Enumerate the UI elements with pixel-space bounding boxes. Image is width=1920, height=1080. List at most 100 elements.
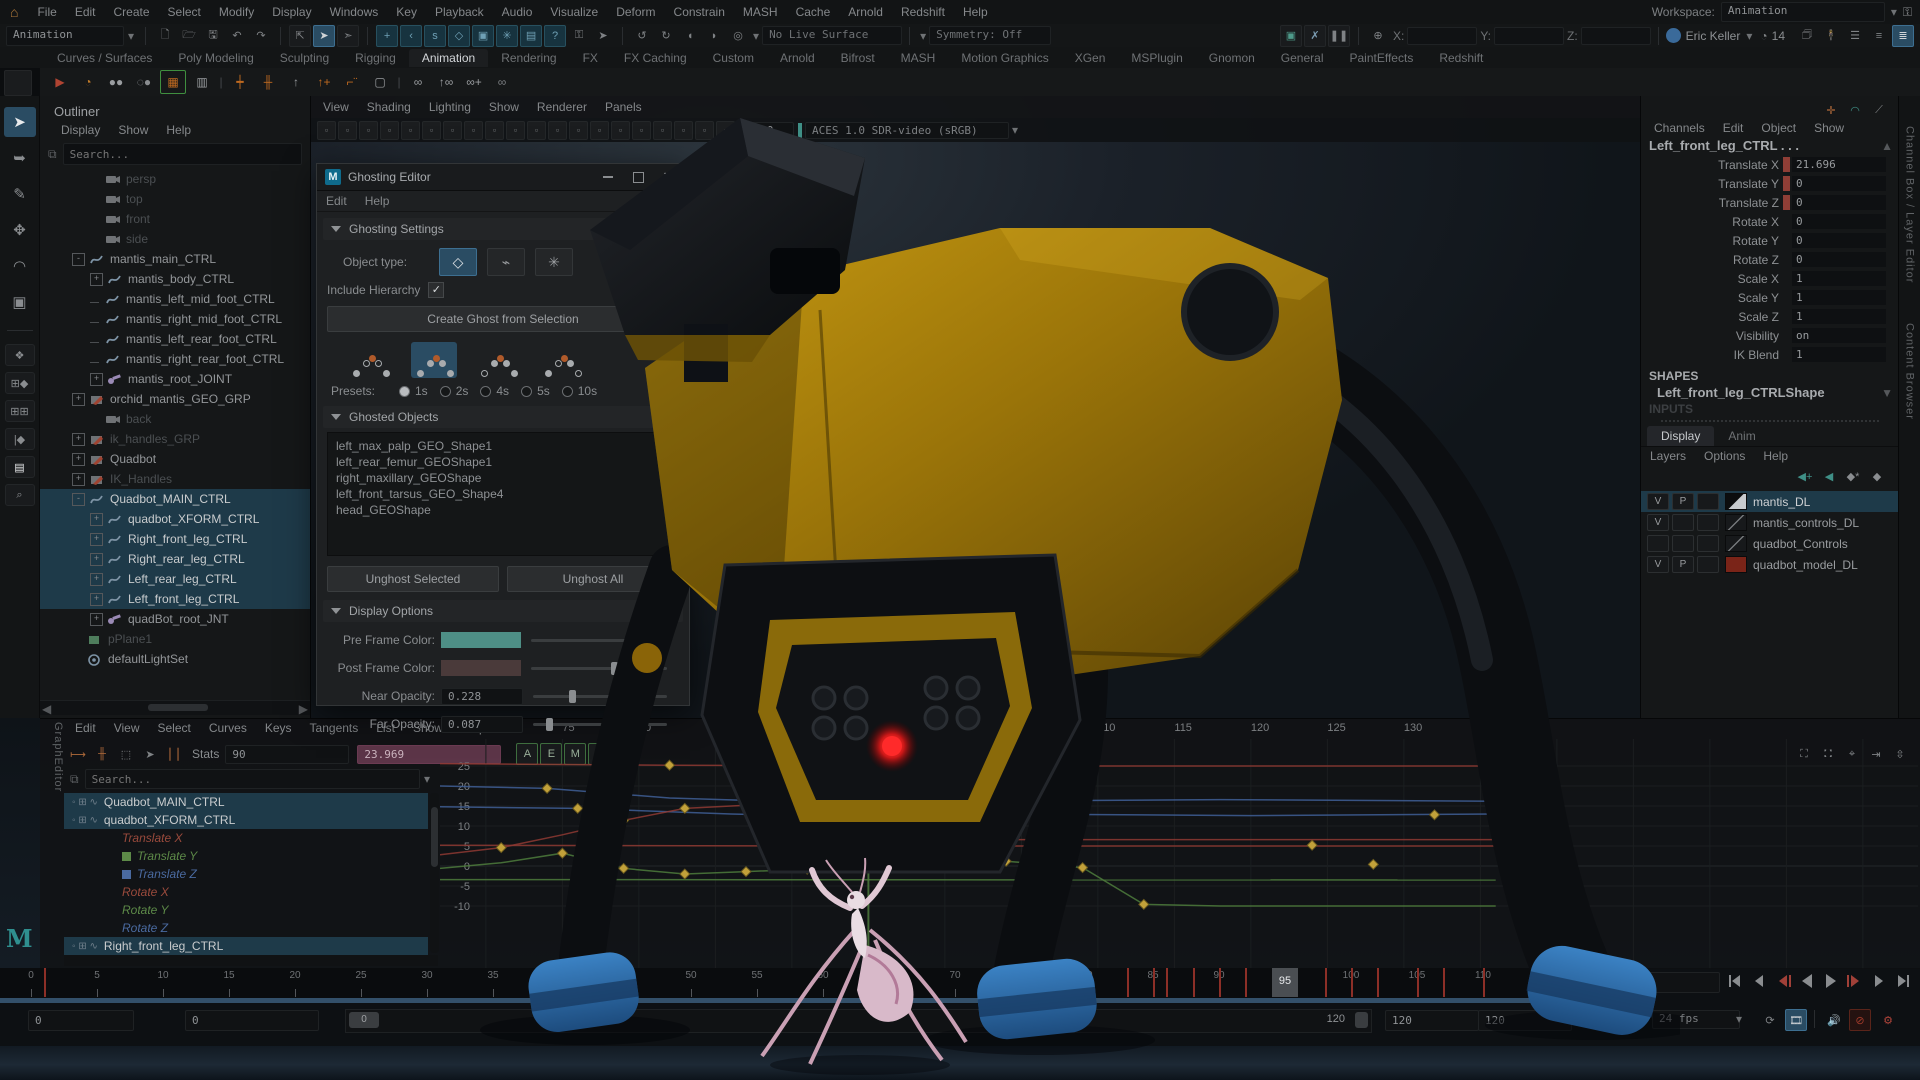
- layer-color-swatch[interactable]: [1725, 514, 1747, 531]
- workspace-dropdown-icon[interactable]: ▾: [1891, 5, 1897, 19]
- layer-display-toggle[interactable]: [1697, 556, 1719, 573]
- expand-toggle-icon[interactable]: +: [90, 573, 103, 586]
- step-back-frame-button[interactable]: [1747, 970, 1770, 992]
- isolate-select-icon[interactable]: ▫: [611, 121, 630, 140]
- outliner-item-right_front_leg_ctrl[interactable]: +Right_front_leg_CTRL: [40, 529, 310, 549]
- exposure-field[interactable]: [740, 122, 794, 139]
- channelbox-menu-edit[interactable]: Edit: [1714, 121, 1753, 135]
- workspace-select[interactable]: Animation: [1721, 2, 1885, 22]
- menu-key[interactable]: Key: [387, 5, 426, 19]
- shelf-tool-icon-7[interactable]: ┿: [228, 71, 252, 93]
- channel-manip-icon[interactable]: ✛: [1820, 99, 1842, 121]
- menu-edit[interactable]: Edit: [66, 5, 105, 19]
- channel-object-name[interactable]: Left_front_leg_CTRL . . .: [1649, 138, 1799, 153]
- select-tool[interactable]: ➤: [4, 107, 36, 137]
- y-coordinate-input[interactable]: [1494, 27, 1564, 45]
- menu-set-select[interactable]: Animation: [6, 26, 124, 46]
- shape-node-name[interactable]: Left_front_leg_CTRLShape: [1657, 385, 1825, 400]
- layer-color-swatch[interactable]: [1725, 556, 1747, 573]
- channelbox-menu-object[interactable]: Object: [1752, 121, 1805, 135]
- open-scene-icon[interactable]: 🗁: [178, 25, 200, 47]
- play-forward-button[interactable]: [1819, 970, 1842, 992]
- bookmarks-icon[interactable]: ▫: [380, 121, 399, 140]
- panel-toggle-modeling-icon[interactable]: 🗇: [1796, 25, 1818, 47]
- graph-channel-rotate-z[interactable]: Rotate Z: [64, 919, 428, 937]
- shelf-tool-icon-14[interactable]: ∞: [406, 71, 430, 93]
- zoom-tool[interactable]: ⌕: [5, 484, 35, 506]
- layer-color-swatch[interactable]: [1725, 535, 1747, 552]
- playback-start-field[interactable]: [185, 1010, 319, 1031]
- menu-cache[interactable]: Cache: [787, 5, 840, 19]
- preset-radio-5s[interactable]: [521, 386, 532, 397]
- channel-value-field[interactable]: 0: [1792, 176, 1886, 191]
- shelf-tool-icon-2[interactable]: ●●: [104, 71, 128, 93]
- outliner-item-left_rear_leg_ctrl[interactable]: +Left_rear_leg_CTRL: [40, 569, 310, 589]
- outliner-item-persp[interactable]: persp: [40, 169, 310, 189]
- ghosted-object-item[interactable]: left_front_tarsus_GEO_Shape4: [336, 486, 670, 502]
- empty-layer-icon[interactable]: ◆*: [1842, 465, 1864, 487]
- outliner-item-ik_handles[interactable]: +IK_Handles: [40, 469, 310, 489]
- graph-channel-translate-x[interactable]: Translate X: [64, 829, 428, 847]
- colorspace-dropdown-icon[interactable]: ▾: [1012, 123, 1018, 137]
- layer-tab-display[interactable]: Display: [1647, 426, 1714, 446]
- expand-toggle-icon[interactable]: +: [72, 453, 85, 466]
- graph-channel-quadbot_xform_ctrl[interactable]: ◦ ⊞ ∿quadbot_XFORM_CTRL: [64, 811, 428, 829]
- outliner-item-ik_handles_grp[interactable]: +ik_handles_GRP: [40, 429, 310, 449]
- layer-visibility-toggle[interactable]: [1647, 535, 1669, 552]
- undo-icon[interactable]: ↶: [226, 25, 248, 47]
- shelf-tab-xgen[interactable]: XGen: [1062, 49, 1119, 67]
- ghosted-object-item[interactable]: left_max_palp_GEO_Shape1: [336, 438, 670, 454]
- menu-playback[interactable]: Playback: [426, 5, 493, 19]
- snap-icon-2[interactable]: s: [424, 25, 446, 47]
- range-start-handle[interactable]: 0: [349, 1012, 379, 1028]
- grease-pencil-icon[interactable]: ▫: [443, 121, 462, 140]
- region-tool-icon[interactable]: ➤: [139, 743, 161, 765]
- graph-editor-vertical-tab[interactable]: GraphEditor: [42, 722, 64, 842]
- snap-time-icon[interactable]: ⇥: [1865, 743, 1887, 765]
- graph-menu-view[interactable]: View: [105, 721, 149, 735]
- outliner-item-defaultlightset[interactable]: defaultLightSet: [40, 649, 310, 669]
- preset-radio-1s[interactable]: [399, 386, 410, 397]
- viewport-menu-view[interactable]: View: [314, 100, 358, 114]
- layer-row-quadbot_model_DL[interactable]: VPquadbot_model_DL: [1641, 554, 1899, 575]
- shelf-tool-icon-15[interactable]: ↑∞: [434, 71, 458, 93]
- channel-row-translate-y[interactable]: Translate Y0: [1641, 174, 1899, 193]
- display-option-slider[interactable]: [533, 695, 667, 698]
- graph-tree-scrollbar[interactable]: [430, 793, 439, 953]
- outliner-search-input[interactable]: [63, 143, 302, 165]
- frame-playback-icon[interactable]: ⛚: [1817, 743, 1839, 765]
- channel-row-scale-z[interactable]: Scale Z1: [1641, 307, 1899, 326]
- persp-outliner-layout[interactable]: |◆: [5, 428, 35, 450]
- layer-menu-options[interactable]: Options: [1695, 449, 1754, 463]
- outliner-item-orchid_mantis_geo_grp[interactable]: +orchid_mantis_GEO_GRP: [40, 389, 310, 409]
- channel-speed-icon[interactable]: ◠: [1844, 99, 1866, 121]
- channel-row-visibility[interactable]: Visibilityon: [1641, 326, 1899, 345]
- ghost-menu-help[interactable]: Help: [356, 194, 399, 208]
- snap-icon-7[interactable]: ?: [544, 25, 566, 47]
- graph-menu-select[interactable]: Select: [148, 721, 199, 735]
- outliner-filter-icon[interactable]: ⧉: [48, 147, 57, 162]
- expand-toggle-icon[interactable]: +: [90, 593, 103, 606]
- lattice-deform-keys-icon[interactable]: ⬚: [115, 743, 137, 765]
- ghost-title-bar[interactable]: M Ghosting Editor ✕: [317, 164, 689, 191]
- live-surface-icon[interactable]: ◖: [679, 25, 701, 47]
- select-hierarchy-icon[interactable]: ⇱: [289, 25, 311, 47]
- shelf-tool-icon-3[interactable]: ◌●: [132, 71, 156, 93]
- layer-playback-toggle[interactable]: [1672, 514, 1694, 531]
- ghost-menu-edit[interactable]: Edit: [317, 194, 356, 208]
- new-layer-icon[interactable]: ◆: [1866, 465, 1888, 487]
- shelf-tool-icon-5[interactable]: ▥: [190, 71, 214, 93]
- channel-row-rotate-z[interactable]: Rotate Z0: [1641, 250, 1899, 269]
- panel-toggle-layers-icon[interactable]: ≣: [1892, 25, 1914, 47]
- shelf-tab-fx[interactable]: FX: [570, 49, 611, 67]
- lasso-tool[interactable]: ➥: [4, 143, 36, 173]
- display-option-slider[interactable]: [533, 723, 667, 726]
- outliner-item-mantis_right_mid_foot_ctrl[interactable]: mantis_right_mid_foot_CTRL: [40, 309, 310, 329]
- pause-viewport-icon[interactable]: ❚❚: [1328, 25, 1350, 47]
- channel-row-translate-x[interactable]: Translate X21.696: [1641, 155, 1899, 174]
- viewport-menu-lighting[interactable]: Lighting: [420, 100, 480, 114]
- no-character-set-icon[interactable]: ⊘: [1849, 1009, 1871, 1031]
- channel-value-field[interactable]: 21.696: [1792, 157, 1886, 172]
- shelf-tab-curvessurfaces[interactable]: Curves / Surfaces: [44, 49, 165, 67]
- ipr-render-icon[interactable]: ✗: [1304, 25, 1326, 47]
